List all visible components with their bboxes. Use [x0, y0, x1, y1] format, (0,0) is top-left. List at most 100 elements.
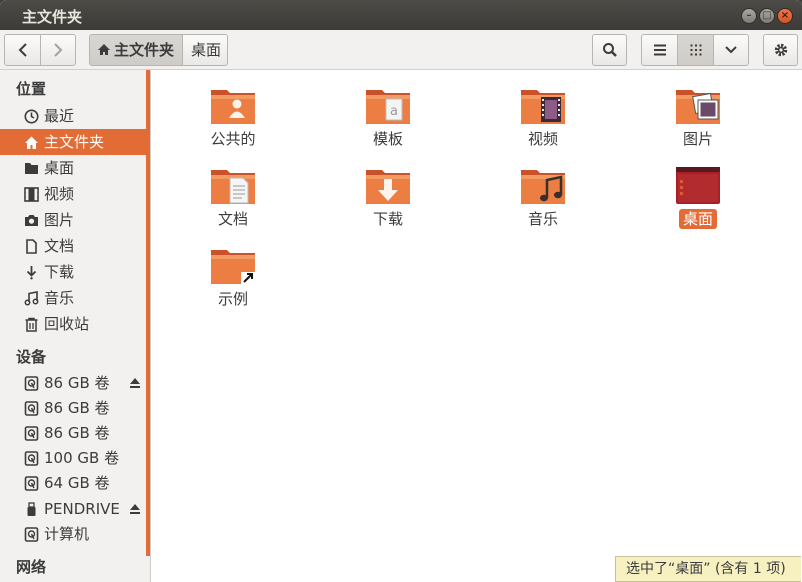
- file-item-templates[interactable]: a 模板: [328, 86, 448, 162]
- file-item-label: 音乐: [527, 210, 558, 228]
- folder-videos-icon: [521, 90, 565, 124]
- sidebar-item-label: 计算机: [44, 525, 90, 543]
- file-item-label: 视频: [527, 130, 558, 148]
- drive-icon: [24, 376, 39, 391]
- sidebar-item-pendrive[interactable]: PENDRIVE: [0, 496, 147, 522]
- sidebar-item-label: 桌面: [44, 159, 75, 177]
- file-item-videos[interactable]: 视频: [483, 86, 603, 162]
- sidebar-item-volume-86gb-2[interactable]: 86 GB 卷: [0, 395, 147, 421]
- sidebar-item-label: 64 GB 卷: [44, 474, 110, 492]
- list-icon: [653, 44, 666, 56]
- folder-download-icon: [366, 170, 410, 204]
- sidebar-item-downloads[interactable]: 下载: [0, 259, 147, 285]
- sidebar-item-label: 回收站: [44, 315, 90, 333]
- sidebar: 位置 最近 主文件夹 桌面 视频 图片 文档 下载 音乐 回收站 设备 86 G…: [0, 70, 147, 582]
- breadcrumb-desktop[interactable]: 桌面: [184, 35, 227, 65]
- eject-icon[interactable]: [129, 503, 141, 515]
- sidebar-item-volume-86gb-3[interactable]: 86 GB 卷: [0, 420, 147, 446]
- drive-icon: [24, 476, 39, 491]
- places-heading: 位置: [16, 80, 47, 98]
- folder-examples-icon: [211, 250, 255, 284]
- sidebar-item-trash[interactable]: 回收站: [0, 311, 147, 337]
- sidebar-item-label: 100 GB 卷: [44, 449, 120, 467]
- chevron-down-icon: [725, 46, 737, 54]
- sidebar-item-computer[interactable]: 计算机: [0, 521, 147, 547]
- sidebar-item-videos[interactable]: 视频: [0, 181, 147, 207]
- title-bar[interactable]: 主文件夹 – □ ×: [0, 0, 802, 30]
- sidebar-item-label: 文档: [44, 237, 75, 255]
- view-buttons: [641, 34, 749, 66]
- sidebar-item-label: PENDRIVE: [44, 500, 120, 518]
- breadcrumb-home[interactable]: 主文件夹: [90, 35, 183, 65]
- chevron-left-icon: [18, 43, 27, 57]
- sidebar-item-music[interactable]: 音乐: [0, 285, 147, 311]
- file-item-examples[interactable]: 示例: [173, 246, 293, 322]
- sidebar-item-label: 86 GB 卷: [44, 424, 110, 442]
- sidebar-item-label: 视频: [44, 185, 75, 203]
- search-icon: [602, 43, 617, 57]
- svg-text:a: a: [390, 104, 398, 119]
- file-item-public[interactable]: 公共的: [173, 86, 293, 162]
- folder-documents-icon: [211, 170, 255, 204]
- sidebar-item-desktop[interactable]: 桌面: [0, 155, 147, 181]
- file-item-label: 图片: [682, 130, 713, 148]
- grid-view-button[interactable]: [678, 35, 714, 65]
- home-icon: [98, 44, 110, 55]
- usb-icon: [27, 502, 36, 516]
- grid-icon: [690, 44, 701, 56]
- file-item-downloads[interactable]: 下载: [328, 166, 448, 242]
- file-view[interactable]: 公共的 a 模板 视频 图片 文档 下载 音乐 桌面 示例: [151, 70, 802, 582]
- devices-heading: 设备: [16, 348, 47, 366]
- close-button[interactable]: ×: [777, 8, 793, 24]
- back-button[interactable]: [5, 35, 41, 65]
- clock-icon: [24, 109, 39, 124]
- music-icon: [24, 291, 39, 306]
- file-item-label: 模板: [372, 130, 403, 148]
- sidebar-item-volume-86gb-1[interactable]: 86 GB 卷: [0, 370, 147, 396]
- file-item-label: 文档: [217, 210, 248, 228]
- file-item-desktop[interactable]: 桌面: [638, 166, 758, 242]
- history-buttons: [4, 34, 76, 66]
- folder-templates-icon: a: [366, 90, 410, 124]
- maximize-icon: □: [762, 10, 772, 21]
- file-item-label: 下载: [372, 210, 403, 228]
- maximize-button[interactable]: □: [759, 8, 775, 24]
- file-item-label: 桌面: [638, 208, 758, 229]
- trash-icon: [25, 317, 38, 332]
- selected-label: 桌面: [678, 209, 717, 229]
- sidebar-item-label: 86 GB 卷: [44, 399, 110, 417]
- forward-button[interactable]: [41, 35, 75, 65]
- file-item-label: 示例: [217, 290, 248, 308]
- drive-icon: [24, 451, 39, 466]
- file-item-label: 公共的: [210, 130, 256, 148]
- eject-icon[interactable]: [129, 377, 141, 389]
- folder-music-icon: [521, 170, 565, 204]
- camera-icon: [25, 215, 38, 226]
- file-item-documents[interactable]: 文档: [173, 166, 293, 242]
- file-item-music[interactable]: 音乐: [483, 166, 603, 242]
- folder-pictures-icon: [676, 90, 720, 124]
- toolbar: 主文件夹 桌面: [0, 30, 802, 70]
- sidebar-item-recent[interactable]: 最近: [0, 103, 147, 129]
- sidebar-item-label: 音乐: [44, 289, 75, 307]
- sidebar-item-documents[interactable]: 文档: [0, 233, 147, 259]
- home-icon: [25, 136, 38, 149]
- window-title: 主文件夹: [22, 8, 83, 26]
- gear-icon: [774, 43, 787, 57]
- sidebar-item-pictures[interactable]: 图片: [0, 207, 147, 233]
- list-view-button[interactable]: [642, 35, 678, 65]
- sidebar-item-home[interactable]: 主文件夹: [0, 129, 147, 155]
- settings-button[interactable]: [763, 34, 798, 66]
- sidebar-item-volume-100gb[interactable]: 100 GB 卷: [0, 445, 147, 471]
- file-item-pictures[interactable]: 图片: [638, 86, 758, 162]
- network-heading: 网络: [16, 558, 47, 576]
- view-options-button[interactable]: [714, 35, 748, 65]
- search-button[interactable]: [592, 34, 627, 66]
- minimize-button[interactable]: –: [741, 8, 757, 24]
- sidebar-item-label: 主文件夹: [44, 133, 105, 151]
- close-icon: ×: [780, 10, 790, 21]
- sidebar-item-volume-64gb[interactable]: 64 GB 卷: [0, 470, 147, 496]
- download-icon: [26, 266, 37, 280]
- sidebar-item-label: 图片: [44, 211, 75, 229]
- folder-public-icon: [211, 90, 255, 124]
